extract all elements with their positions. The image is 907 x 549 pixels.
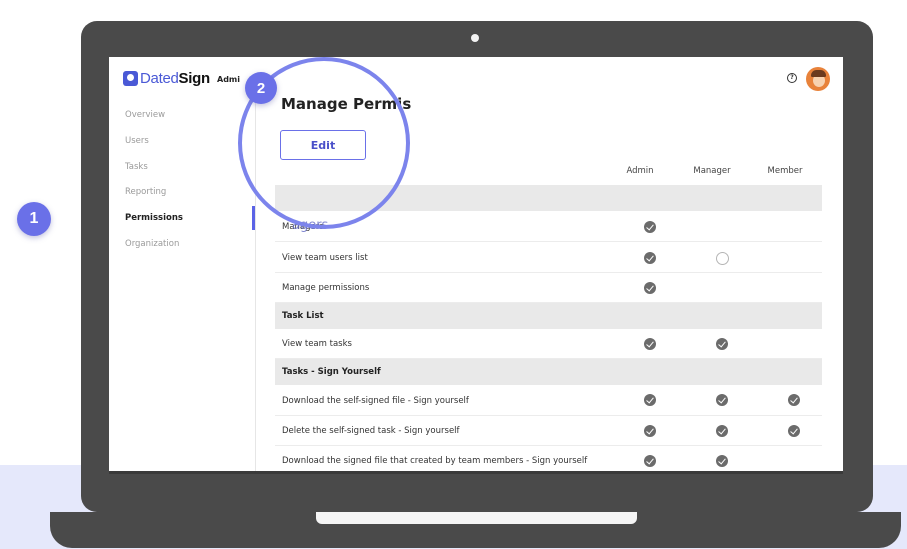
- laptop-notch: [316, 512, 637, 524]
- sidebar-item-overview[interactable]: Overview: [125, 110, 165, 120]
- check-icon: [644, 394, 656, 406]
- row-label: View team users list: [282, 253, 368, 263]
- logo-text-sign: Sign: [178, 70, 211, 87]
- logo-text-dated: Dated: [140, 70, 179, 87]
- step-badge-1: 1: [17, 202, 51, 236]
- check-icon: [644, 455, 656, 467]
- unchecked-circle-icon[interactable]: [716, 252, 729, 265]
- step-badge-2: 2: [245, 72, 277, 104]
- table-row: Download the signed file that created by…: [275, 446, 822, 471]
- check-icon: [716, 394, 728, 406]
- sidebar-item-tasks[interactable]: Tasks: [125, 162, 148, 172]
- column-header-manager: Manager: [693, 166, 731, 176]
- logo-icon: [123, 71, 138, 86]
- step-number: 2: [256, 79, 266, 97]
- table-row: Delete the self-signed task - Sign yours…: [275, 416, 822, 446]
- section-row: Tasks - Sign Yourself: [275, 359, 822, 385]
- active-indicator: [252, 206, 255, 230]
- app-logo[interactable]: Dated Sign: [123, 70, 210, 87]
- table-row: Manage permissions: [275, 273, 822, 303]
- user-avatar[interactable]: [806, 67, 830, 91]
- sidebar: Overview Users Tasks Reporting Permissio…: [109, 97, 256, 471]
- table-row: View team users list: [275, 242, 822, 273]
- row-label: View team tasks: [282, 339, 352, 349]
- column-header-member: Member: [767, 166, 803, 176]
- row-label: Download the self-signed file - Sign you…: [282, 396, 469, 406]
- help-icon[interactable]: ?: [787, 73, 797, 83]
- table-row: Download the self-signed file - Sign you…: [275, 385, 822, 416]
- admin-label: Admi: [217, 75, 240, 84]
- check-icon: [644, 338, 656, 350]
- row-label: Delete the self-signed task - Sign yours…: [282, 426, 460, 436]
- sidebar-item-users[interactable]: Users: [125, 136, 149, 146]
- section-label: Task List: [282, 311, 324, 321]
- check-icon: [644, 425, 656, 437]
- sidebar-item-reporting[interactable]: Reporting: [125, 187, 166, 197]
- row-label: Download the signed file that created by…: [282, 456, 588, 466]
- sidebar-item-permissions[interactable]: Permissions: [125, 213, 183, 223]
- camera-icon: [471, 34, 479, 42]
- check-icon: [716, 425, 728, 437]
- check-icon: [716, 338, 728, 350]
- check-icon: [788, 425, 800, 437]
- check-icon: [716, 455, 728, 467]
- step-number: 1: [29, 210, 39, 227]
- check-icon: [644, 282, 656, 294]
- check-icon: [644, 221, 656, 233]
- screen-edge: [109, 471, 843, 474]
- check-icon: [644, 252, 656, 264]
- check-icon: [788, 394, 800, 406]
- app-screen: Dated Sign Admi ? Overview Users Tasks R…: [109, 57, 843, 471]
- section-row: Task List: [275, 303, 822, 329]
- column-header-admin: Admin: [626, 166, 654, 176]
- section-label: Tasks - Sign Yourself: [282, 367, 381, 377]
- table-row: View team tasks: [275, 329, 822, 359]
- row-label: Manage permissions: [282, 283, 370, 293]
- sidebar-item-organization[interactable]: Organization: [125, 239, 179, 249]
